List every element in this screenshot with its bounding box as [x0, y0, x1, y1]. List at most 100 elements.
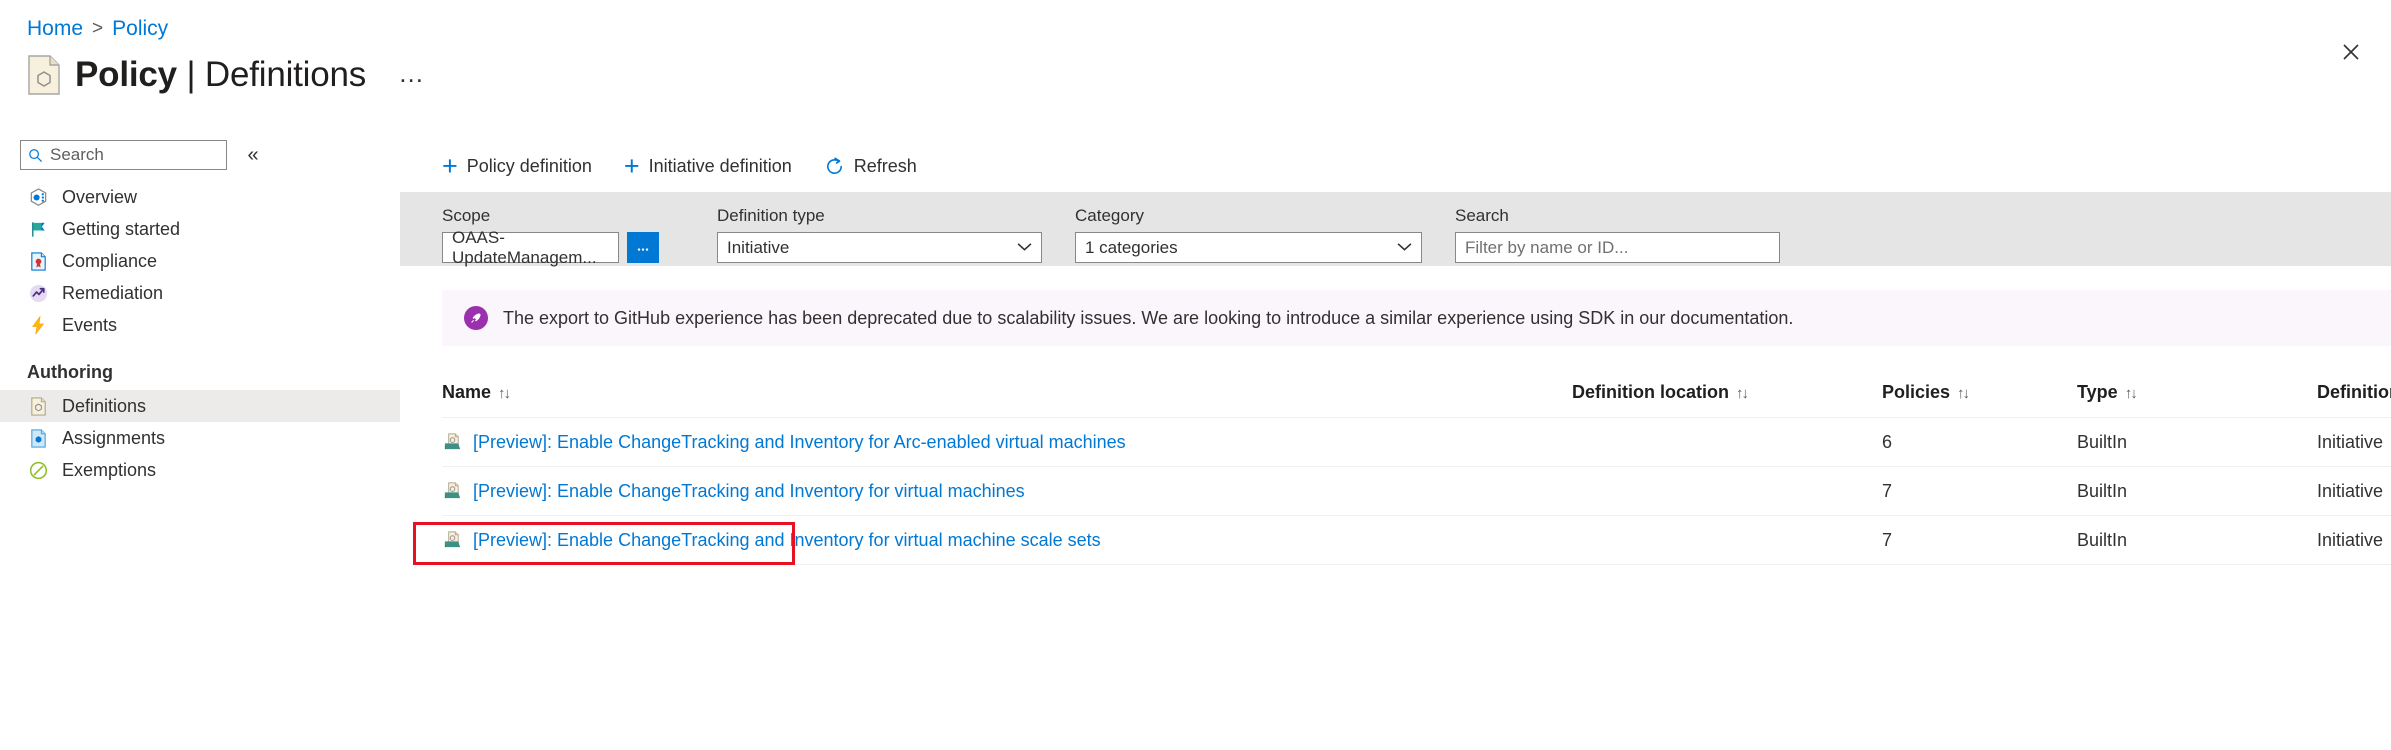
cell-name: [Preview]: Enable ChangeTracking and Inv… [442, 515, 1572, 565]
sidebar-item-compliance[interactable]: Compliance [0, 245, 400, 277]
scope-input[interactable]: OAAS-UpdateManagem... [442, 228, 619, 267]
search-filter-input[interactable]: Filter by name or ID... [1455, 232, 1780, 263]
sidebar-item-label: Events [62, 314, 118, 335]
cell-definition-type: Initiative [2317, 417, 2391, 467]
sidebar-item-overview[interactable]: Overview [0, 181, 400, 213]
column-label: Policies [1882, 382, 1951, 402]
events-icon [27, 314, 49, 336]
scope-label: Scope [442, 206, 491, 225]
search-input[interactable]: Search [20, 140, 227, 170]
table-header-row: Name ↑↓ Definition location ↑↓ Policies ↑↓ … [442, 382, 2391, 418]
column-header-type[interactable]: Type ↑↓ [2077, 382, 2317, 418]
compliance-icon [27, 250, 49, 272]
column-header-definition-location[interactable]: Definition location ↑↓ [1572, 382, 1882, 418]
add-initiative-definition-button[interactable]: + Initiative definition [624, 148, 806, 185]
column-header-policies[interactable]: Policies ↑↓ [1882, 382, 2077, 418]
refresh-label: Refresh [853, 155, 917, 176]
cell-definition-location [1572, 417, 1882, 467]
search-filter-label: Search [1455, 206, 1509, 225]
remediation-icon [27, 282, 49, 304]
plus-icon: + [442, 150, 458, 181]
filter-bar: Scope OAAS-UpdateManagem... Definition t… [400, 192, 2391, 267]
definition-name-link[interactable]: [Preview]: Enable ChangeTracking and Inv… [473, 432, 1126, 453]
search-filter: Search Filter by name or ID... [1455, 206, 1780, 263]
search-input-placeholder: Search [50, 145, 104, 164]
sidebar-item-label: Definitions [62, 395, 147, 416]
column-label: Definition location [1572, 382, 1729, 402]
chevron-down-icon [1017, 240, 1032, 255]
sidebar-item-definitions[interactable]: Definitions [0, 390, 400, 422]
cell-type: BuiltIn [2077, 466, 2317, 516]
category-select[interactable]: 1 categories [1075, 232, 1422, 263]
breadcrumb-separator: > [92, 18, 104, 39]
banner-message: The export to GitHub experience has been… [503, 307, 1794, 328]
initiative-icon [442, 529, 464, 551]
definitions-icon [27, 395, 49, 417]
definition-type-filter: Definition type Initiative [717, 206, 1042, 263]
add-policy-definition-button[interactable]: + Policy definition [442, 148, 606, 185]
search-filter-placeholder: Filter by name or ID... [1465, 237, 1629, 257]
page-title-primary: Policy [75, 54, 177, 94]
collapse-sidebar-button[interactable]: « [233, 140, 273, 170]
main-content: + Policy definition + Initiative definit… [400, 140, 2391, 750]
table-row[interactable]: [Preview]: Enable ChangeTracking and Inv… [442, 466, 2391, 516]
sidebar-item-assignments[interactable]: Assignments [0, 422, 400, 454]
table-row[interactable]: [Preview]: Enable ChangeTracking and Inv… [442, 417, 2391, 467]
sidebar-item-exemptions[interactable]: Exemptions [0, 454, 400, 486]
cell-policies: 6 [1882, 417, 2077, 467]
sort-icon[interactable]: ↑↓ [1736, 385, 1749, 402]
scope-filter: Scope OAAS-UpdateManagem... [442, 206, 659, 267]
page-title-row: Policy | Definitions … [27, 55, 426, 95]
cell-definition-type: Initiative [2317, 466, 2391, 516]
close-button[interactable] [2337, 38, 2365, 66]
sidebar-item-events[interactable]: Events [0, 309, 400, 341]
sidebar: Search « Overview Getting started Compli… [0, 140, 400, 750]
add-initiative-definition-label: Initiative definition [648, 155, 792, 176]
exemptions-icon [27, 459, 49, 481]
breadcrumb-home[interactable]: Home [27, 18, 83, 39]
definitions-table: Name ↑↓ Definition location ↑↓ Policies ↑↓ … [442, 382, 2391, 565]
cell-type: BuiltIn [2077, 417, 2317, 467]
table-row[interactable]: [Preview]: Enable ChangeTracking and Inv… [442, 515, 2391, 565]
sort-icon[interactable]: ↑↓ [2125, 385, 2138, 402]
sidebar-item-label: Remediation [62, 282, 164, 303]
search-icon [29, 148, 43, 162]
cell-name: [Preview]: Enable ChangeTracking and Inv… [442, 466, 1572, 516]
deprecation-banner: The export to GitHub experience has been… [442, 290, 2391, 346]
sidebar-item-label: Assignments [62, 427, 166, 448]
definition-type-select[interactable]: Initiative [717, 232, 1042, 263]
sort-icon[interactable]: ↑↓ [498, 385, 511, 402]
sidebar-item-remediation[interactable]: Remediation [0, 277, 400, 309]
sidebar-item-getting-started[interactable]: Getting started [0, 213, 400, 245]
refresh-icon [824, 156, 845, 177]
add-policy-definition-label: Policy definition [466, 155, 592, 176]
breadcrumb-policy[interactable]: Policy [112, 18, 168, 39]
rocket-icon [464, 306, 488, 330]
definition-name-link[interactable]: [Preview]: Enable ChangeTracking and Inv… [473, 530, 1101, 551]
more-options-button[interactable]: … [398, 58, 426, 95]
cell-policies: 7 [1882, 515, 2077, 565]
column-label: Type [2077, 382, 2118, 402]
sort-icon[interactable]: ↑↓ [1957, 385, 1970, 402]
breadcrumb: Home > Policy [27, 18, 168, 39]
cell-name: [Preview]: Enable ChangeTracking and Inv… [442, 417, 1572, 467]
page-title-secondary: Definitions [204, 54, 367, 94]
sidebar-item-label: Compliance [62, 250, 158, 271]
refresh-button[interactable]: Refresh [824, 151, 931, 182]
overview-icon [27, 186, 49, 208]
definition-type-label: Definition type [717, 206, 825, 225]
category-value: 1 categories [1085, 237, 1178, 257]
scope-value: OAAS-UpdateManagem... [452, 227, 597, 267]
definition-name-link[interactable]: [Preview]: Enable ChangeTracking and Inv… [473, 481, 1025, 502]
page-title: Policy | Definitions [75, 54, 367, 95]
sidebar-nav-list: Overview Getting started Compliance Reme… [0, 181, 400, 341]
column-header-name[interactable]: Name ↑↓ [442, 382, 1572, 418]
column-header-definition-type[interactable]: Definition type↑↓ [2317, 382, 2391, 418]
policy-definitions-page: Home > Policy Policy | Definitions … Sea… [0, 0, 2391, 750]
cell-definition-location [1572, 515, 1882, 565]
table-header: Name ↑↓ Definition location ↑↓ Policies ↑↓ … [442, 382, 2391, 418]
scope-browse-button[interactable] [627, 232, 659, 263]
category-filter: Category 1 categories [1075, 206, 1422, 263]
column-label: Name [442, 382, 492, 402]
column-label: Definition type [2317, 382, 2391, 402]
